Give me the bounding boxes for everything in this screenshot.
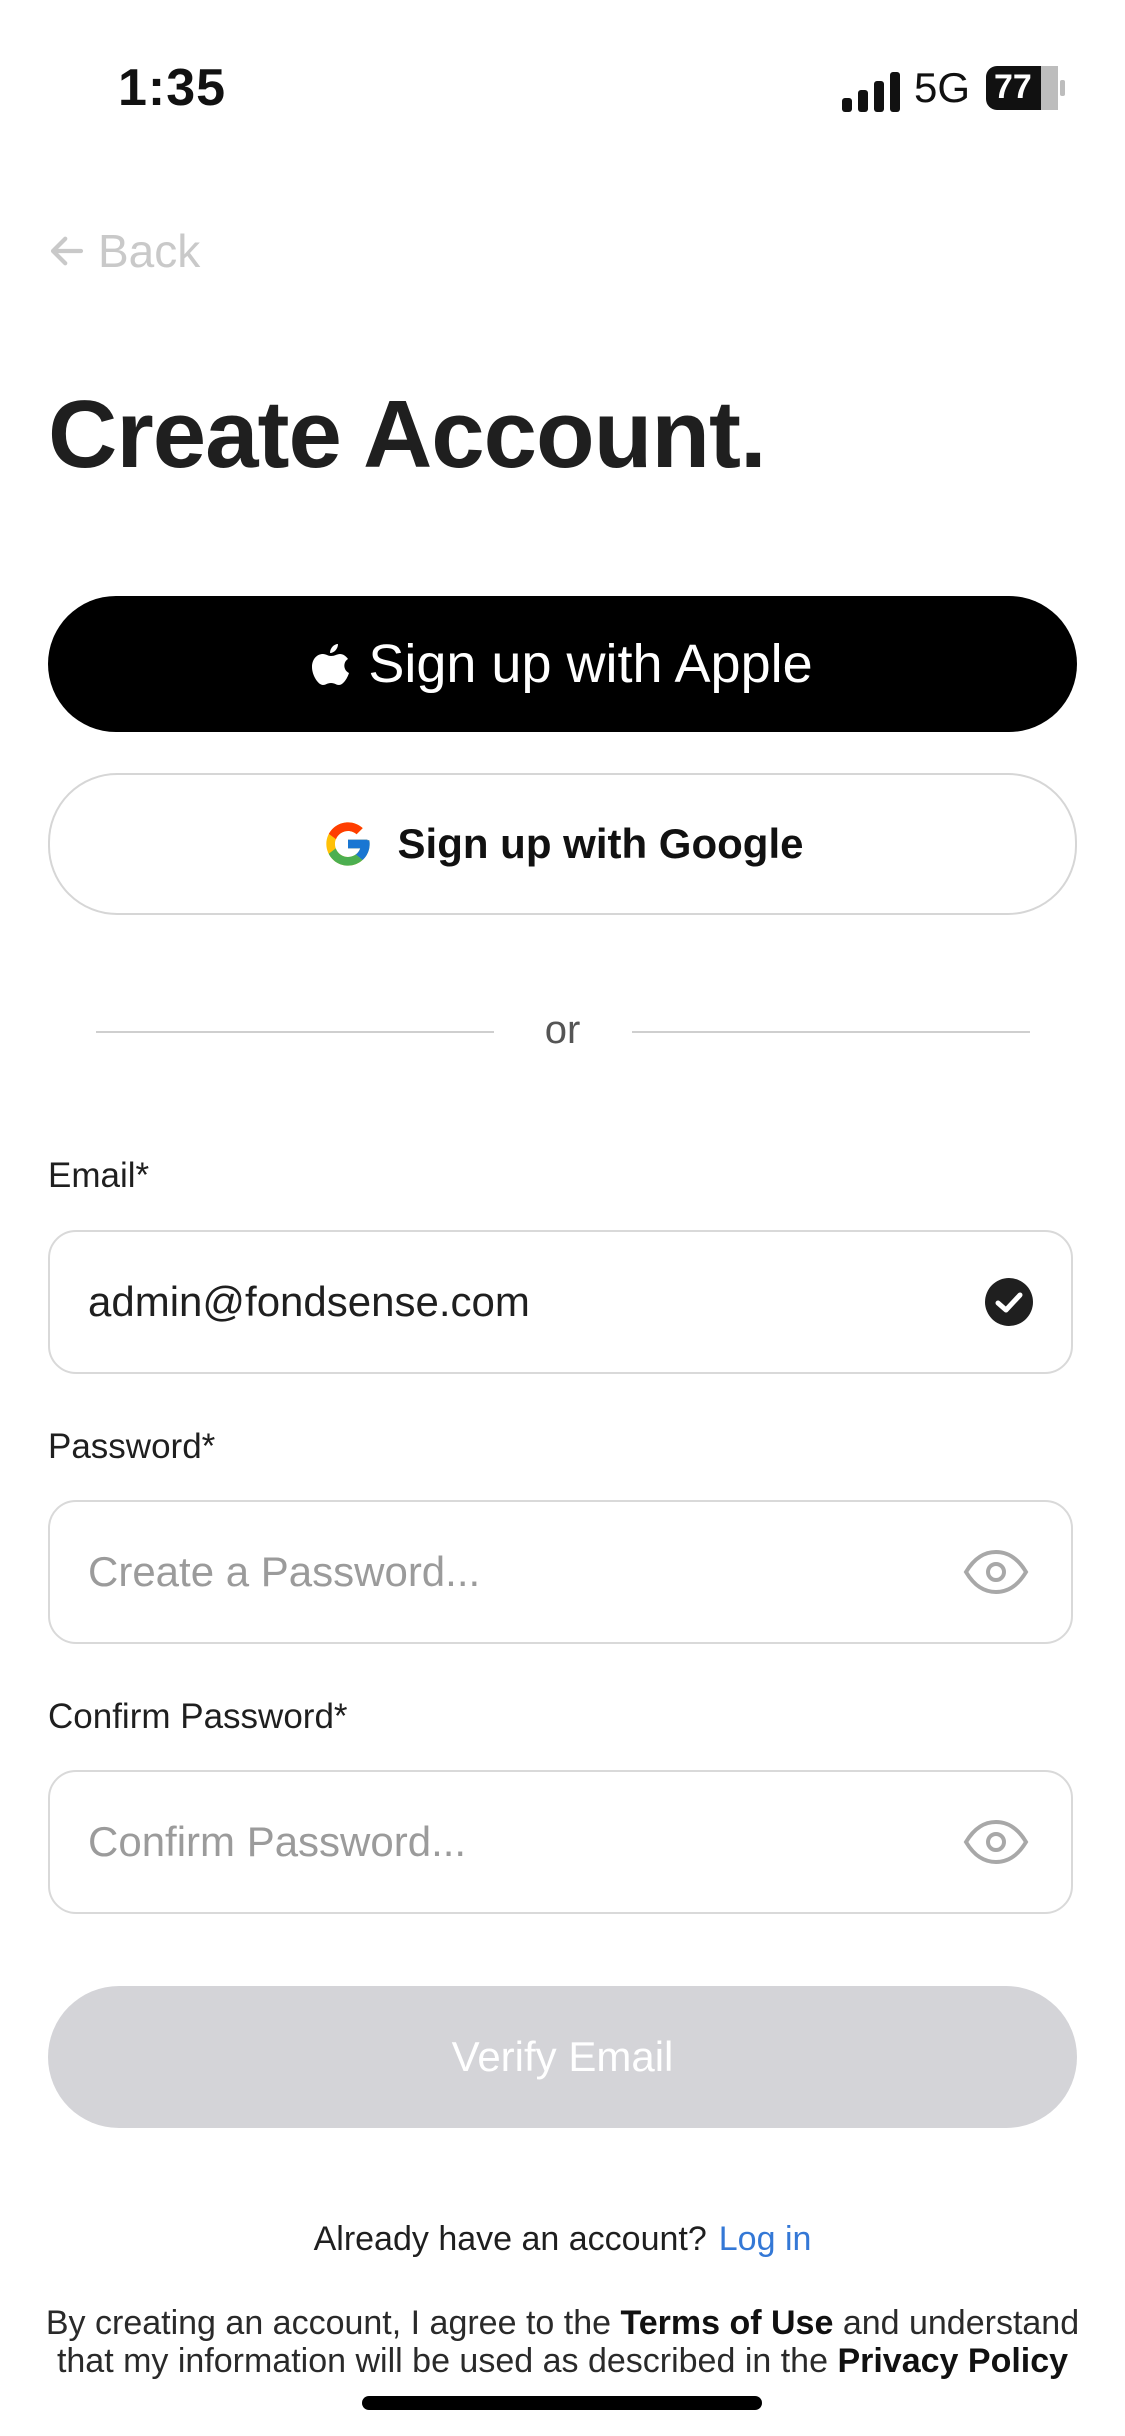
privacy-policy-link[interactable]: Privacy Policy: [837, 2342, 1068, 2380]
confirm-password-placeholder: Confirm Password...: [88, 1818, 467, 1865]
email-label: Email*: [48, 1156, 150, 1195]
back-label: Back: [98, 225, 201, 277]
sign-up-google-button[interactable]: Sign up with Google: [48, 773, 1077, 915]
eye-icon[interactable]: [963, 1819, 1029, 1865]
battery-icon: 77: [986, 66, 1066, 110]
email-field[interactable]: admin@fondsense.com: [48, 1230, 1073, 1374]
confirm-password-label: Confirm Password*: [48, 1697, 348, 1736]
arrow-left-icon: [50, 236, 84, 266]
battery-level: 77: [994, 68, 1032, 106]
back-button[interactable]: Back: [46, 224, 200, 278]
email-value: admin@fondsense.com: [88, 1278, 530, 1325]
divider-line-right: [632, 1031, 1030, 1033]
verify-email-label: Verify Email: [451, 2033, 674, 2080]
google-icon: [325, 822, 370, 866]
cellular-signal-icon: [842, 72, 900, 112]
verify-email-button[interactable]: Verify Email: [48, 1986, 1077, 2128]
terms-of-use-link[interactable]: Terms of Use: [620, 2304, 833, 2342]
check-circle-icon: [985, 1278, 1033, 1326]
password-field[interactable]: Create a Password...: [48, 1500, 1073, 1644]
status-time: 1:35: [118, 59, 227, 117]
sign-up-apple-button[interactable]: Sign up with Apple: [48, 596, 1077, 732]
password-placeholder: Create a Password...: [88, 1548, 481, 1595]
login-prompt-text: Already have an account?: [313, 2220, 707, 2258]
terms-notice: By creating an account, I agree to the T…: [40, 2304, 1085, 2380]
login-link[interactable]: Log in: [719, 2220, 812, 2258]
page-title: Create Account.: [48, 381, 767, 488]
sign-up-google-label: Sign up with Google: [397, 820, 804, 867]
home-indicator: [362, 2396, 762, 2410]
sign-up-apple-label: Sign up with Apple: [368, 634, 813, 694]
confirm-password-field[interactable]: Confirm Password...: [48, 1770, 1073, 1914]
login-prompt: Already have an account? Log in: [0, 2220, 1125, 2259]
apple-icon: [312, 644, 350, 685]
terms-text-1: By creating an account, I agree to the: [45, 2304, 612, 2342]
password-label: Password*: [48, 1427, 216, 1466]
eye-icon[interactable]: [963, 1549, 1029, 1595]
network-type: 5G: [914, 64, 971, 111]
